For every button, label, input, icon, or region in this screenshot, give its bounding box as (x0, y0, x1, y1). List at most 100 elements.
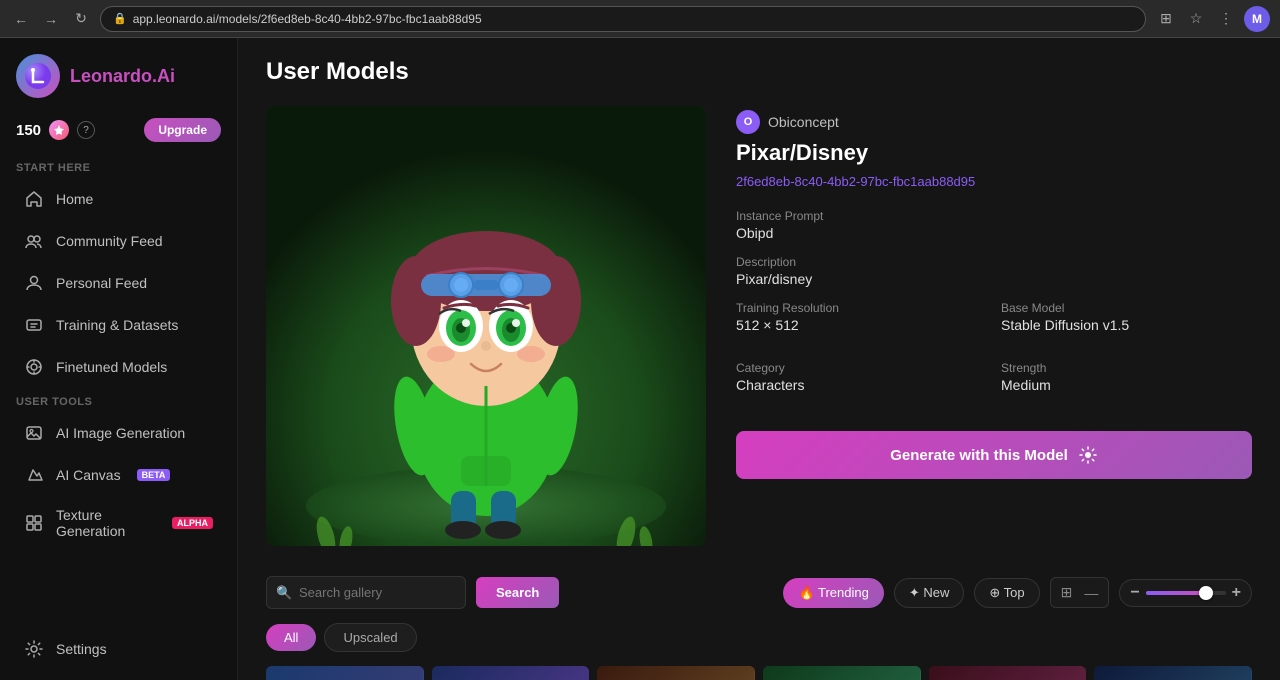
community-icon (24, 231, 44, 251)
gallery-thumb-5[interactable] (929, 666, 1087, 680)
generate-label: Generate with this Model (890, 447, 1068, 464)
browser-actions: ⊞ ☆ ⋮ M (1154, 6, 1270, 32)
generate-button[interactable]: Generate with this Model (736, 431, 1252, 479)
star-icon[interactable]: ☆ (1184, 7, 1208, 31)
gallery-thumb-1[interactable] (266, 666, 424, 680)
description-label: Description (736, 255, 1252, 269)
sidebar: Leonardo.Ai 150 ? Upgrade Start Here Hom… (0, 38, 238, 680)
zoom-in-button[interactable]: + (1232, 584, 1241, 602)
sidebar-item-texture[interactable]: Texture Generation ALPHA (8, 497, 229, 549)
model-card: O Obiconcept Pixar/Disney 2f6ed8eb-8c40-… (266, 106, 1252, 546)
trending-filter-button[interactable]: 🔥 Trending (783, 578, 883, 608)
upscaled-tab[interactable]: Upscaled (324, 623, 416, 652)
sidebar-item-finetuned-label: Finetuned Models (56, 359, 167, 375)
new-filter-button[interactable]: ✦ New (894, 578, 965, 608)
category-row: Category Characters (736, 361, 987, 393)
sidebar-item-personal-feed-label: Personal Feed (56, 275, 147, 291)
view-controls: ⊞ — (1050, 577, 1110, 608)
gallery-right-controls: 🔥 Trending ✦ New ⊕ Top ⊞ — − + (783, 577, 1252, 608)
sidebar-logo: Leonardo.Ai (0, 38, 237, 114)
strength-label: Strength (1001, 361, 1252, 375)
user-tools-label: User Tools (0, 388, 237, 412)
sidebar-item-training[interactable]: Training & Datasets (8, 305, 229, 345)
gallery-controls: 🔍 Search 🔥 Trending ✦ New ⊕ Top ⊞ — − (266, 576, 1252, 609)
zoom-track (1146, 591, 1226, 595)
zoom-out-button[interactable]: − (1130, 584, 1139, 602)
sidebar-item-ai-image-label: AI Image Generation (56, 425, 185, 441)
search-wrapper: 🔍 (266, 576, 466, 609)
search-button[interactable]: Search (476, 577, 559, 608)
all-tab[interactable]: All (266, 624, 316, 651)
zoom-handle[interactable] (1199, 586, 1213, 600)
sidebar-item-training-label: Training & Datasets (56, 317, 178, 333)
gallery-thumb-6[interactable] (1094, 666, 1252, 680)
forward-button[interactable]: → (40, 8, 62, 30)
owner-name: Obiconcept (768, 114, 839, 130)
sidebar-item-personal-feed[interactable]: Personal Feed (8, 263, 229, 303)
model-image (266, 106, 706, 546)
app-layout: Leonardo.Ai 150 ? Upgrade Start Here Hom… (0, 38, 1280, 680)
gallery-thumb-4[interactable] (763, 666, 921, 680)
sidebar-item-community-feed[interactable]: Community Feed (8, 221, 229, 261)
filter-tabs: All Upscaled (266, 623, 1252, 652)
main-content: User Models (238, 38, 1280, 680)
credits-icon (49, 120, 69, 140)
instance-prompt-label: Instance Prompt (736, 209, 1252, 223)
logo-avatar (16, 54, 60, 98)
search-input[interactable] (266, 576, 466, 609)
browser-profile[interactable]: M (1244, 6, 1270, 32)
start-here-label: Start Here (0, 154, 237, 178)
browser-bar: ← → ↻ 🔒 app.leonardo.ai/models/2f6ed8eb-… (0, 0, 1280, 38)
description-row: Description Pixar/disney (736, 255, 1252, 287)
model-id: 2f6ed8eb-8c40-4bb2-97bc-fbc1aab88d95 (736, 174, 1252, 189)
model-owner: O Obiconcept (736, 110, 1252, 134)
logo-text: Leonardo.Ai (70, 66, 175, 87)
training-res-label: Training Resolution (736, 301, 987, 315)
finetuned-icon (24, 357, 44, 377)
base-model-label: Base Model (1001, 301, 1252, 315)
image-gen-icon (24, 423, 44, 443)
sidebar-item-home[interactable]: Home (8, 179, 229, 219)
home-icon (24, 189, 44, 209)
training-res-row: Training Resolution 512 × 512 (736, 301, 987, 333)
url-bar[interactable]: 🔒 app.leonardo.ai/models/2f6ed8eb-8c40-4… (100, 6, 1146, 32)
refresh-button[interactable]: ↻ (70, 8, 92, 30)
generate-icon (1078, 445, 1098, 465)
menu-icon[interactable]: ⋮ (1214, 7, 1238, 31)
model-name: Pixar/Disney (736, 140, 1252, 166)
upgrade-button[interactable]: Upgrade (144, 118, 221, 142)
sidebar-item-settings[interactable]: Settings (8, 629, 229, 669)
sidebar-item-texture-label: Texture Generation (56, 507, 156, 539)
alpha-badge: ALPHA (172, 517, 213, 529)
sidebar-item-ai-image[interactable]: AI Image Generation (8, 413, 229, 453)
strength-row: Strength Medium (1001, 361, 1252, 393)
extensions-icon[interactable]: ⊞ (1154, 7, 1178, 31)
description-value: Pixar/disney (736, 271, 1252, 287)
sidebar-item-finetuned[interactable]: Finetuned Models (8, 347, 229, 387)
instance-prompt-value: Obipd (736, 225, 1252, 241)
base-model-value: Stable Diffusion v1.5 (1001, 317, 1252, 333)
top-filter-button[interactable]: ⊕ Top (974, 578, 1039, 608)
sidebar-item-ai-canvas-label: AI Canvas (56, 467, 121, 483)
search-icon: 🔍 (276, 585, 292, 601)
category-value: Characters (736, 377, 987, 393)
model-info: O Obiconcept Pixar/Disney 2f6ed8eb-8c40-… (736, 106, 1252, 546)
base-model-row: Base Model Stable Diffusion v1.5 (1001, 301, 1252, 333)
owner-avatar: O (736, 110, 760, 134)
credits-bar: 150 ? Upgrade (0, 114, 237, 154)
help-icon[interactable]: ? (77, 121, 95, 139)
instance-prompt-row: Instance Prompt Obipd (736, 209, 1252, 241)
strength-value: Medium (1001, 377, 1252, 393)
grid-view-button[interactable]: ⊞ (1057, 582, 1077, 603)
sidebar-item-settings-label: Settings (56, 641, 107, 657)
back-button[interactable]: ← (10, 8, 32, 30)
zoom-fill (1146, 591, 1206, 595)
sidebar-item-home-label: Home (56, 191, 93, 207)
sidebar-item-ai-canvas[interactable]: AI Canvas BETA (8, 455, 229, 495)
divider-minus: — (1080, 583, 1102, 603)
gallery-thumb-2[interactable] (432, 666, 590, 680)
gallery-thumb-3[interactable] (597, 666, 755, 680)
lock-icon: 🔒 (113, 12, 127, 25)
zoom-slider[interactable]: − + (1119, 579, 1252, 607)
gallery-grid (266, 666, 1252, 680)
